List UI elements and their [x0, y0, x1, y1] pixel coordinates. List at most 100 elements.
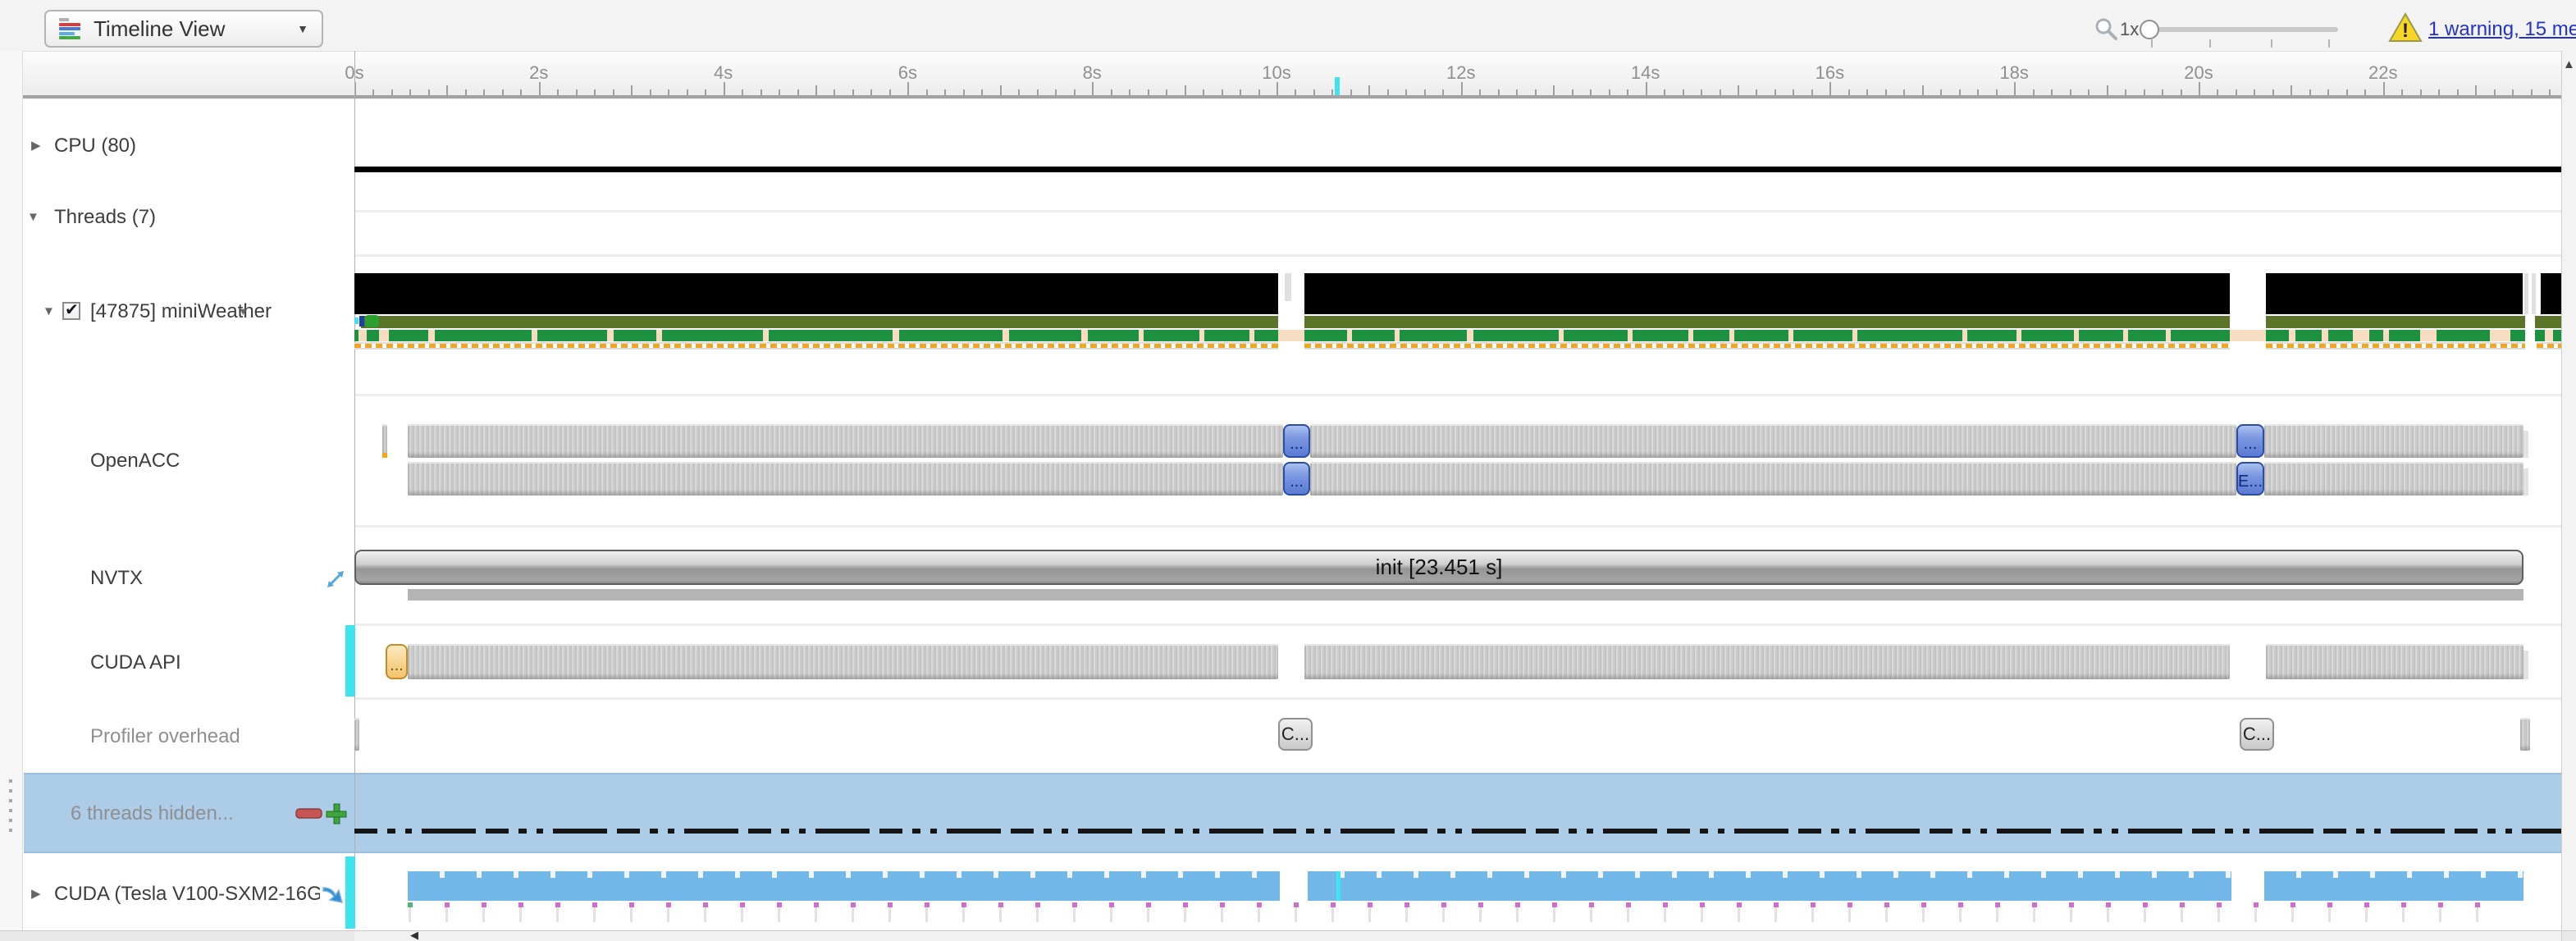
- event-marker[interactable]: C...: [1278, 718, 1313, 751]
- thread-sampling-gap[interactable]: [532, 330, 537, 341]
- thread-sampling-gap[interactable]: [1688, 330, 1693, 341]
- scroll-up-icon[interactable]: ▲: [2563, 57, 2574, 71]
- thread-state-bar[interactable]: [1304, 273, 2230, 314]
- thread-sampling-gap[interactable]: [1249, 330, 1254, 341]
- cpu-utilization-line[interactable]: [354, 167, 2561, 172]
- horizontal-scrollbar[interactable]: ◀: [0, 930, 2576, 941]
- openacc-row2-bar[interactable]: [1310, 462, 2236, 496]
- gpu-kernel-bar[interactable]: [408, 871, 1280, 901]
- gpu-kernel-bar[interactable]: [1308, 871, 2231, 901]
- nvtx-range-init[interactable]: init [23.451 s]: [354, 550, 2523, 585]
- thread-sampling-gap[interactable]: [1081, 330, 1088, 341]
- sidebar-item-cpu[interactable]: CPU (80): [54, 135, 136, 158]
- event-marker[interactable]: E...: [2236, 462, 2264, 496]
- hide-thread-minus-icon[interactable]: [295, 807, 323, 820]
- profiler-overhead-sliver[interactable]: [2520, 718, 2530, 751]
- vertical-scrollbar[interactable]: ▲: [2561, 51, 2576, 941]
- profiler-overhead-sliver[interactable]: [354, 718, 359, 751]
- thread-sampling-gap[interactable]: [1628, 330, 1633, 341]
- process-collapse-caret[interactable]: ▼: [43, 304, 55, 318]
- thread-sampling-gap[interactable]: [1788, 330, 1793, 341]
- thread-sampling-gap[interactable]: [2289, 330, 2295, 341]
- view-selector-dropdown[interactable]: Timeline View ▼: [44, 10, 323, 48]
- thread-osrt-bar[interactable]: [361, 316, 1278, 328]
- thread-sampling-bar[interactable]: [1304, 330, 2230, 341]
- thread-sampling-gap[interactable]: [1395, 330, 1400, 341]
- scroll-left-icon[interactable]: ◀: [410, 929, 418, 941]
- thread-sampling-gap[interactable]: [1559, 330, 1564, 341]
- thread-state-bar[interactable]: [2541, 273, 2561, 314]
- show-thread-plus-icon[interactable]: [325, 802, 348, 825]
- zoom-slider-handle[interactable]: [2140, 20, 2159, 39]
- timeline-cursor[interactable]: [1335, 77, 1340, 97]
- thread-sampling-gap[interactable]: [1467, 330, 1473, 341]
- thread-sampling-gap[interactable]: [763, 330, 769, 341]
- thread-runtime-bar[interactable]: [2266, 342, 2525, 349]
- cuda-gpu-expand-caret[interactable]: ▶: [31, 886, 41, 901]
- openacc-row1-bar[interactable]: [2264, 424, 2523, 458]
- thread-sampling-gap[interactable]: [1962, 330, 1967, 341]
- sidebar-item-cuda-api[interactable]: CUDA API: [90, 651, 181, 674]
- messages-link[interactable]: 1 warning, 15 messages: [2428, 18, 2576, 41]
- thread-sampling-gap[interactable]: [379, 330, 389, 341]
- openacc-row2-bar[interactable]: [408, 462, 1283, 496]
- sidebar-item-hidden-threads[interactable]: 6 threads hidden...: [71, 802, 234, 825]
- cpu-expand-caret[interactable]: ▶: [31, 138, 41, 153]
- nvtx-sub-bar[interactable]: [408, 589, 2523, 601]
- zoom-slider[interactable]: [2143, 27, 2338, 32]
- thread-sampling-gap[interactable]: [1199, 330, 1204, 341]
- thread-sampling-gap[interactable]: [2074, 330, 2079, 341]
- thread-runtime-bar[interactable]: [1304, 342, 2230, 349]
- thread-state-bar[interactable]: [2266, 273, 2523, 314]
- thread-osrt-bar[interactable]: [2535, 316, 2561, 328]
- openacc-row1-bar[interactable]: [1310, 424, 2236, 458]
- thread-sampling-gap[interactable]: [2166, 330, 2171, 341]
- thread-sampling-gap[interactable]: [2383, 330, 2389, 341]
- openacc-row2-end[interactable]: [2523, 468, 2528, 496]
- thread-sampling-gap[interactable]: [656, 330, 662, 341]
- process-dropdown-caret[interactable]: ▼: [238, 305, 249, 317]
- thread-osrt-bar[interactable]: [1304, 316, 2230, 328]
- thread-runtime-bar[interactable]: [354, 342, 1278, 349]
- thread-sampling-gap[interactable]: [2123, 330, 2128, 341]
- sidebar-item-profiler-overhead[interactable]: Profiler overhead: [90, 725, 240, 748]
- thread-sampling-bar[interactable]: [2266, 330, 2525, 341]
- gpu-kernel-bar[interactable]: [2264, 871, 2523, 901]
- thread-state-bar[interactable]: [354, 273, 1278, 314]
- cuda-api-end[interactable]: [2523, 651, 2528, 679]
- process-checkbox[interactable]: ✔: [62, 302, 80, 320]
- thread-sampling-gap[interactable]: [893, 330, 899, 341]
- thread-sampling-gap[interactable]: [1852, 330, 1857, 341]
- thread-sampling-gap[interactable]: [428, 330, 435, 341]
- openacc-row2-bar[interactable]: [2264, 462, 2523, 496]
- thread-sampling-gap[interactable]: [1003, 330, 1009, 341]
- thread-sampling-gap[interactable]: [2545, 330, 2553, 341]
- cuda-api-bar[interactable]: [1304, 644, 2230, 679]
- thread-state-sliver[interactable]: [1285, 273, 1291, 301]
- thread-sampling-gap[interactable]: [1729, 330, 1734, 341]
- thread-runtime-bar[interactable]: [2537, 342, 2561, 349]
- cuda-api-bar[interactable]: [2266, 644, 2523, 679]
- sidebar-item-nvtx[interactable]: NVTX: [90, 567, 143, 590]
- thread-state-sliver[interactable]: [2524, 273, 2528, 314]
- thread-state-sliver[interactable]: [2532, 273, 2536, 314]
- thread-sampling-gap[interactable]: [2420, 330, 2437, 341]
- openacc-row1-end[interactable]: [2523, 431, 2528, 458]
- thread-sampling-gap[interactable]: [2353, 330, 2369, 341]
- gpu-jump-icon[interactable]: [322, 884, 345, 905]
- thread-osrt-bar[interactable]: [2266, 316, 2525, 328]
- thread-sampling-gap[interactable]: [359, 330, 367, 341]
- thread-sampling-gap[interactable]: [2016, 330, 2021, 341]
- cuda-api-bar[interactable]: [408, 644, 1278, 679]
- threads-collapse-caret[interactable]: ▼: [27, 210, 39, 224]
- openacc-row1-bar[interactable]: [408, 424, 1283, 458]
- sidebar-timeline-divider[interactable]: [354, 51, 355, 929]
- event-marker[interactable]: C...: [2240, 718, 2274, 751]
- sidebar-item-threads[interactable]: Threads (7): [54, 206, 156, 229]
- thread-sampling-gap[interactable]: [1347, 330, 1352, 341]
- expand-row-icon[interactable]: [323, 567, 348, 592]
- thread-sampling-gap[interactable]: [1139, 330, 1144, 341]
- event-marker[interactable]: ...: [1283, 424, 1310, 458]
- sidebar-item-cuda-gpu[interactable]: CUDA (Tesla V100-SXM2-16GB, 0000:06: [54, 883, 320, 906]
- thread-sampling-gap[interactable]: [2490, 330, 2510, 341]
